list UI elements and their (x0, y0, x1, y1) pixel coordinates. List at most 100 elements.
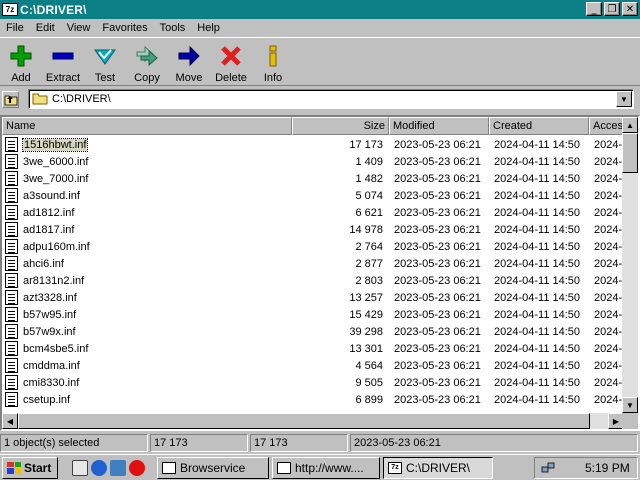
folder-up-icon (4, 95, 17, 105)
file-icon (5, 137, 18, 152)
file-created: 2024-04-11 14:50 (494, 291, 581, 304)
delete-button[interactable]: Delete (210, 40, 252, 85)
network-icon[interactable] (541, 461, 555, 475)
minimize-button[interactable]: _ (586, 2, 602, 16)
file-name: azt3328.inf (23, 291, 77, 304)
double-arrow-icon (136, 45, 158, 67)
menu-file[interactable]: File (0, 22, 30, 34)
column-header-modified[interactable]: Modified (389, 117, 489, 135)
file-size: 1 482 (355, 172, 383, 185)
scroll-left-button[interactable]: ◀ (2, 413, 18, 429)
file-name: adpu160m.inf (23, 240, 90, 253)
clock[interactable]: 5:19 PM (585, 461, 630, 475)
horizontal-scrollbar[interactable]: ◀ ▶ (2, 413, 624, 429)
test-button[interactable]: Test (84, 40, 126, 85)
file-created: 2024-04-11 14:50 (494, 342, 581, 355)
up-folder-button[interactable] (2, 91, 19, 108)
task-browser-url[interactable]: http://www.... (272, 456, 380, 479)
ie-icon[interactable] (91, 459, 107, 476)
file-modified: 2023-05-23 06:21 (394, 206, 481, 219)
file-row[interactable]: cmddma.inf 4 564 2023-05-23 06:21 2024-04-1… (2, 357, 624, 374)
task-7zip-driver[interactable]: 7z C:\DRIVER\ (383, 456, 493, 479)
file-row[interactable]: ahci6.inf 2 877 2023-05-23 06:21 2024-04-11… (2, 255, 624, 272)
menu-help[interactable]: Help (191, 22, 226, 34)
arrow-right-icon (178, 45, 200, 67)
title-bar[interactable]: 7z C:\DRIVER\ _ ❐ ✕ (0, 0, 640, 19)
vertical-scroll-thumb[interactable] (622, 133, 638, 173)
address-dropdown-button[interactable]: ▼ (616, 91, 632, 107)
column-header-accessed[interactable]: Acces (589, 117, 624, 135)
file-size: 4 564 (355, 359, 383, 372)
close-button[interactable]: ✕ (622, 2, 638, 16)
quick-launch (72, 459, 145, 476)
file-created: 2024-04-11 14:50 (494, 376, 581, 389)
file-name: 3we_7000.inf (23, 172, 89, 185)
file-accessed: 2024- (594, 155, 623, 168)
file-modified: 2023-05-23 06:21 (394, 376, 481, 389)
extract-button[interactable]: Extract (42, 40, 84, 85)
file-list[interactable]: Name Size Modified Created Acces 1516hbw… (0, 115, 640, 431)
file-row[interactable]: azt3328.inf 13 257 2023-05-23 06:21 2024-04… (2, 289, 624, 306)
window-icon (162, 461, 176, 474)
status-size: 17 173 (150, 434, 248, 452)
file-row[interactable]: a3sound.inf 5 074 2023-05-23 06:21 2024-04-… (2, 187, 624, 204)
file-row[interactable]: adpu160m.inf 2 764 2023-05-23 06:21 2024-04… (2, 238, 624, 255)
task-browservice[interactable]: Browservice (157, 456, 269, 479)
file-accessed: 2024- (594, 308, 623, 321)
file-created: 2024-04-11 14:50 (494, 206, 581, 219)
scroll-up-button[interactable]: ▲ (622, 117, 638, 133)
copy-label: Copy (134, 72, 160, 84)
scroll-down-button[interactable]: ▼ (622, 397, 638, 413)
file-row[interactable]: 3we_7000.inf 1 482 2023-05-23 06:21 2024-04… (2, 170, 624, 187)
file-size: 5 074 (355, 189, 383, 202)
taskbar: Start Browservice http://www.... 7z C:\D… (0, 454, 640, 480)
add-label: Add (11, 72, 31, 84)
file-created: 2024-04-11 14:50 (494, 393, 581, 406)
copy-button[interactable]: Copy (126, 40, 168, 85)
file-row[interactable]: ar8131n2.inf 2 803 2023-05-23 06:21 2024-04… (2, 272, 624, 289)
file-row[interactable]: 1516hbwt.inf 17 173 2023-05-23 06:21 2024-0… (2, 136, 624, 153)
menu-favorites[interactable]: Favorites (96, 22, 153, 34)
status-bar: 1 object(s) selected 17 173 17 173 2023-… (0, 433, 640, 453)
file-row[interactable]: 3we_6000.inf 1 409 2023-05-23 06:21 2024-04… (2, 153, 624, 170)
menu-tools[interactable]: Tools (154, 22, 192, 34)
info-icon (269, 45, 277, 67)
file-accessed: 2024- (594, 206, 623, 219)
column-header-created[interactable]: Created (489, 117, 589, 135)
file-icon (5, 205, 18, 220)
file-row[interactable]: ad1812.inf 6 621 2023-05-23 06:21 2024-04-1… (2, 204, 624, 221)
channels-icon[interactable] (110, 459, 126, 476)
test-label: Test (94, 72, 116, 84)
info-button[interactable]: Info (252, 40, 294, 85)
move-button[interactable]: Move (168, 40, 210, 85)
file-name: 3we_6000.inf (23, 155, 89, 168)
menu-view[interactable]: View (61, 22, 97, 34)
file-icon (5, 273, 18, 288)
task-label: Browservice (180, 460, 246, 475)
vertical-scrollbar[interactable]: ▲ ▼ (622, 117, 638, 413)
file-row[interactable]: bcm4sbe5.inf 13 301 2023-05-23 06:21 2024-0… (2, 340, 624, 357)
column-header-name[interactable]: Name (2, 117, 292, 135)
file-name-cell: azt3328.inf (2, 290, 292, 305)
file-rows: 1516hbwt.inf 17 173 2023-05-23 06:21 2024-0… (2, 136, 624, 408)
restore-button[interactable]: ❐ (604, 2, 620, 16)
file-icon (5, 358, 18, 373)
opera-icon[interactable] (129, 459, 145, 476)
address-path: C:\DRIVER\ (52, 93, 111, 105)
add-button[interactable]: Add (0, 40, 42, 85)
column-header-size[interactable]: Size (292, 117, 389, 135)
start-button[interactable]: Start (2, 456, 58, 479)
desktop-icon[interactable] (72, 459, 88, 476)
file-row[interactable]: ad1817.inf 14 978 2023-05-23 06:21 2024-04-… (2, 221, 624, 238)
file-row[interactable]: b57w9x.inf 39 298 2023-05-23 06:21 2024-04-… (2, 323, 624, 340)
file-row[interactable]: cmi8330.inf 9 505 2023-05-23 06:21 2024-04-… (2, 374, 624, 391)
file-row[interactable]: csetup.inf 6 899 2023-05-23 06:21 2024-04-1… (2, 391, 624, 408)
address-field[interactable]: C:\DRIVER\ ▼ (28, 89, 634, 109)
file-row[interactable]: b57w95.inf 15 429 2023-05-23 06:21 2024-04-… (2, 306, 624, 323)
file-size: 2 803 (355, 274, 383, 287)
menu-edit[interactable]: Edit (30, 22, 61, 34)
info-label: Info (263, 72, 283, 84)
file-size: 39 298 (349, 325, 383, 338)
file-accessed: 2024- (594, 240, 623, 253)
horizontal-scroll-thumb[interactable] (18, 413, 590, 429)
